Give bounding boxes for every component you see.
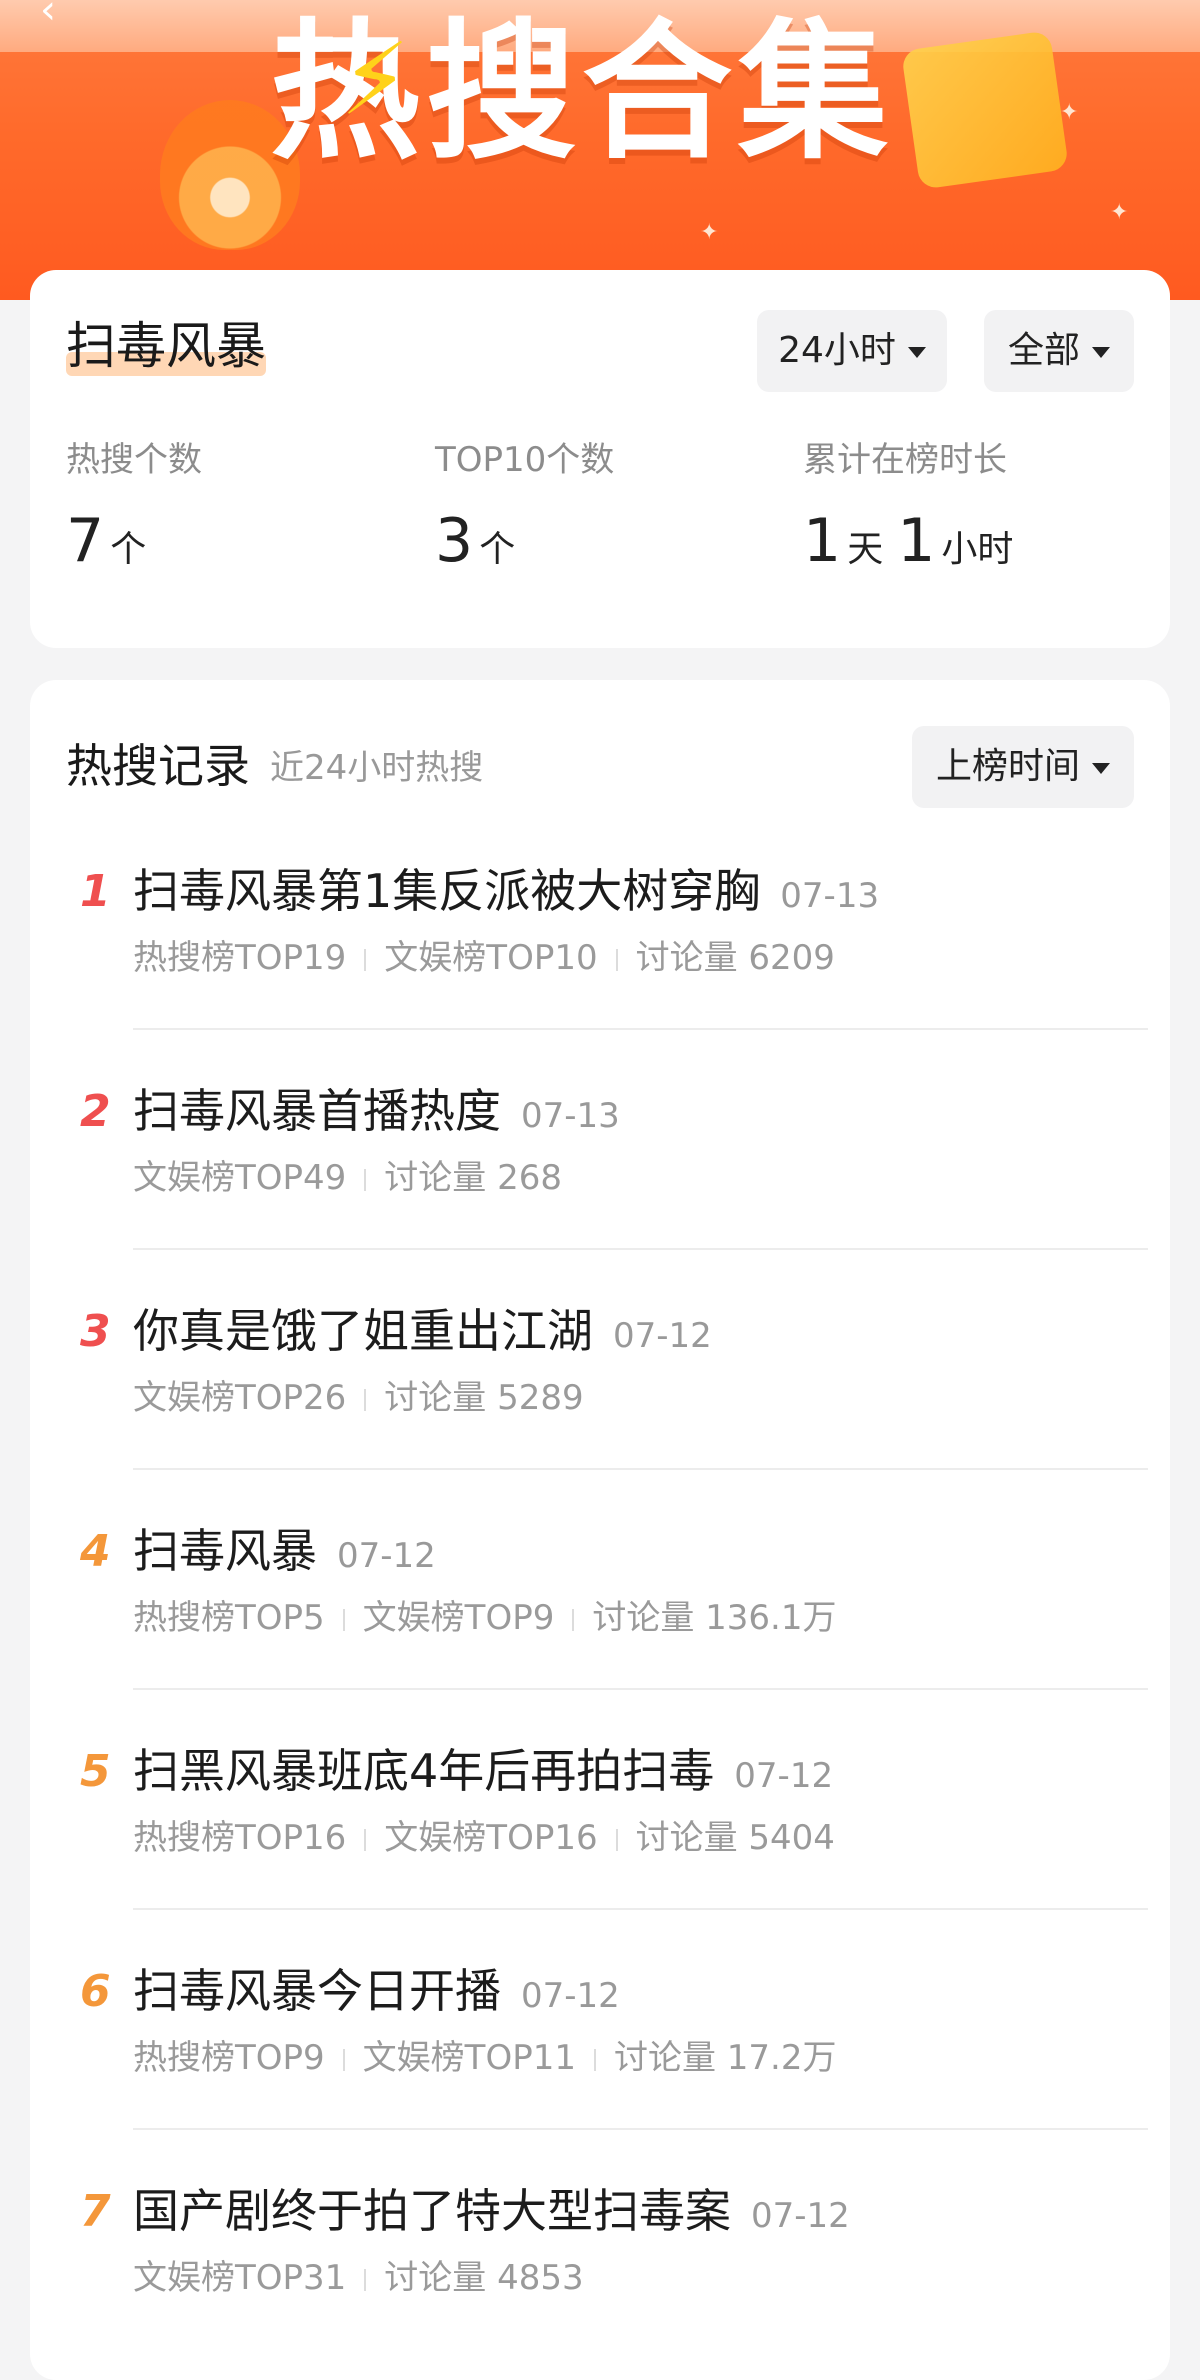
rank-number: 5 <box>80 1746 111 1797</box>
list-item[interactable]: 4 扫毒风暴 07-12 热搜榜TOP5 文娱榜TOP9 讨论量 136.1万 <box>30 1470 1170 1690</box>
sparkle-icon: ✦ <box>1110 200 1129 225</box>
records-heading: 热搜记录 <box>66 739 250 793</box>
rank-number: 7 <box>80 2186 111 2237</box>
stat-top10-count: TOP10个数 3个 <box>435 438 614 583</box>
lightning-icon: ⚡ <box>340 21 411 138</box>
rank-number: 6 <box>80 1966 111 2017</box>
folder-icon <box>900 30 1070 190</box>
back-icon[interactable]: ‹ <box>40 0 80 30</box>
records-list: 1 扫毒风暴第1集反派被大树穿胸 07-13 热搜榜TOP19 文娱榜TOP10 讨论… <box>30 810 1170 2350</box>
list-item[interactable]: 1 扫毒风暴第1集反派被大树穿胸 07-13 热搜榜TOP19 文娱榜TOP10 讨论… <box>30 810 1170 1030</box>
stat-label: TOP10个数 <box>435 440 615 480</box>
item-meta: 文娱榜TOP31 讨论量 4853 <box>133 2258 584 2298</box>
item-meta: 热搜榜TOP5 文娱榜TOP9 讨论量 136.1万 <box>133 1598 837 1638</box>
item-title: 国产剧终于拍了特大型扫毒案 07-12 <box>133 2184 850 2238</box>
list-item[interactable]: 2 扫毒风暴首播热度 07-13 文娱榜TOP49 讨论量 268 <box>30 1030 1170 1250</box>
item-meta: 热搜榜TOP9 文娱榜TOP11 讨论量 17.2万 <box>133 2038 837 2078</box>
topic-title: 扫毒风暴 <box>66 317 266 376</box>
stat-hot-count: 热搜个数 7个 <box>66 438 202 583</box>
time-filter-dropdown[interactable]: 24小时 <box>757 310 947 392</box>
stat-value: 7个 <box>66 506 147 576</box>
scope-filter-label: 全部 <box>1007 330 1080 371</box>
item-title: 扫黑风暴班底4年后再拍扫毒 07-12 <box>133 1744 834 1798</box>
item-title: 扫毒风暴第1集反派被大树穿胸 07-13 <box>133 864 880 918</box>
item-date: 07-12 <box>734 1756 834 1796</box>
time-filter-label: 24小时 <box>778 330 896 371</box>
summary-card: 扫毒风暴 24小时 全部 热搜个数 7个 TOP10个数 3个 累计在榜时长 1… <box>30 270 1170 648</box>
item-meta: 文娱榜TOP49 讨论量 268 <box>133 1158 562 1198</box>
rank-number: 1 <box>80 866 111 917</box>
stat-value: 1 天 1 小时 <box>803 506 1014 576</box>
item-meta: 文娱榜TOP26 讨论量 5289 <box>133 1378 584 1418</box>
records-card: 热搜记录 近24小时热搜 上榜时间 1 扫毒风暴第1集反派被大树穿胸 07-13 … <box>30 680 1170 2380</box>
item-date: 07-12 <box>613 1316 712 1356</box>
list-item[interactable]: 3 你真是饿了姐重出江湖 07-12 文娱榜TOP26 讨论量 5289 <box>30 1250 1170 1470</box>
item-title: 扫毒风暴今日开播 07-12 <box>133 1964 620 2018</box>
item-meta: 热搜榜TOP19 文娱榜TOP10 讨论量 6209 <box>133 938 835 978</box>
stat-duration: 累计在榜时长 1 天 1 小时 <box>803 438 1027 583</box>
item-date: 07-13 <box>780 876 880 916</box>
list-item[interactable]: 6 扫毒风暴今日开播 07-12 热搜榜TOP9 文娱榜TOP11 讨论量 17.2万 <box>30 1910 1170 2130</box>
caret-down-icon <box>1092 346 1110 358</box>
item-meta: 热搜榜TOP16 文娱榜TOP16 讨论量 5404 <box>133 1818 835 1858</box>
sort-dropdown[interactable]: 上榜时间 <box>912 726 1134 808</box>
sparkle-icon: ✦ <box>700 220 719 245</box>
sparkle-icon: ✦ <box>1060 100 1079 125</box>
caret-down-icon <box>907 346 926 358</box>
rank-number: 2 <box>80 1086 111 1137</box>
stat-label: 热搜个数 <box>66 440 202 480</box>
list-item[interactable]: 5 扫黑风暴班底4年后再拍扫毒 07-12 热搜榜TOP16 文娱榜TOP16 讨论量… <box>30 1690 1170 1910</box>
item-title: 扫毒风暴 07-12 <box>133 1524 436 1578</box>
rank-number: 4 <box>80 1526 111 1577</box>
records-subheading: 近24小时热搜 <box>270 748 484 788</box>
list-item[interactable]: 7 国产剧终于拍了特大型扫毒案 07-12 文娱榜TOP31 讨论量 4853 <box>30 2130 1170 2350</box>
item-title: 你真是饿了姐重出江湖 07-12 <box>133 1304 712 1358</box>
item-date: 07-12 <box>521 1976 620 2016</box>
stat-value: 3个 <box>435 506 516 576</box>
item-date: 07-12 <box>337 1536 436 1576</box>
sort-label: 上榜时间 <box>935 746 1080 787</box>
header-banner: ‹ 热搜合集 ⚡ ✦ ✦ ✦ <box>0 0 1200 300</box>
rank-number: 3 <box>80 1306 111 1357</box>
caret-down-icon <box>1092 762 1110 774</box>
item-date: 07-12 <box>751 2196 850 2236</box>
item-date: 07-13 <box>521 1096 620 1136</box>
stat-label: 累计在榜时长 <box>803 440 1007 480</box>
item-title: 扫毒风暴首播热度 07-13 <box>133 1084 620 1138</box>
scope-filter-dropdown[interactable]: 全部 <box>984 310 1134 392</box>
